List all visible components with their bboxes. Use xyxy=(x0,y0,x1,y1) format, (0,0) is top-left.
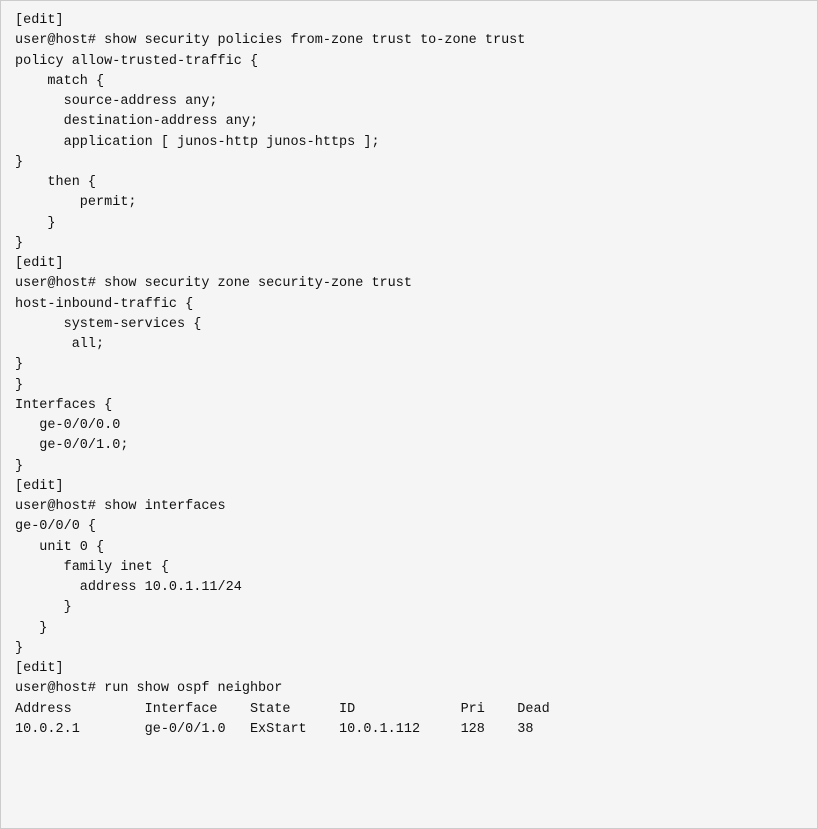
terminal-line: } xyxy=(15,598,803,618)
terminal-line: } xyxy=(15,619,803,639)
terminal-line: then { xyxy=(15,173,803,193)
terminal-line: system-services { xyxy=(15,315,803,335)
terminal-line: user@host# show interfaces xyxy=(15,497,803,517)
terminal-line: ge-0/0/0 { xyxy=(15,517,803,537)
terminal-line: } xyxy=(15,376,803,396)
terminal-line: [edit] xyxy=(15,254,803,274)
terminal-line: ge-0/0/1.0; xyxy=(15,436,803,456)
terminal-content: [edit]user@host# show security policies … xyxy=(15,11,803,740)
terminal-line: ge-0/0/0.0 xyxy=(15,416,803,436)
terminal-container: [edit]user@host# show security policies … xyxy=(0,0,818,829)
terminal-line: address 10.0.1.11/24 xyxy=(15,578,803,598)
terminal-line: host-inbound-traffic { xyxy=(15,295,803,315)
terminal-line: destination-address any; xyxy=(15,112,803,132)
terminal-line: [edit] xyxy=(15,11,803,31)
terminal-line: } xyxy=(15,355,803,375)
terminal-line: [edit] xyxy=(15,477,803,497)
terminal-line: family inet { xyxy=(15,558,803,578)
terminal-line: [edit] xyxy=(15,659,803,679)
terminal-line: match { xyxy=(15,72,803,92)
terminal-line: user@host# show security zone security-z… xyxy=(15,274,803,294)
terminal-line: } xyxy=(15,639,803,659)
terminal-line: all; xyxy=(15,335,803,355)
terminal-line: permit; xyxy=(15,193,803,213)
terminal-line: } xyxy=(15,234,803,254)
terminal-line: } xyxy=(15,214,803,234)
terminal-line: policy allow-trusted-traffic { xyxy=(15,52,803,72)
terminal-line: } xyxy=(15,153,803,173)
terminal-line: unit 0 { xyxy=(15,538,803,558)
terminal-line: Address Interface State ID Pri Dead xyxy=(15,700,803,720)
terminal-line: application [ junos-http junos-https ]; xyxy=(15,133,803,153)
terminal-line: user@host# run show ospf neighbor xyxy=(15,679,803,699)
terminal-line: source-address any; xyxy=(15,92,803,112)
terminal-line: user@host# show security policies from-z… xyxy=(15,31,803,51)
terminal-line: 10.0.2.1 ge-0/0/1.0 ExStart 10.0.1.112 1… xyxy=(15,720,803,740)
terminal-line: Interfaces { xyxy=(15,396,803,416)
terminal-line: } xyxy=(15,457,803,477)
